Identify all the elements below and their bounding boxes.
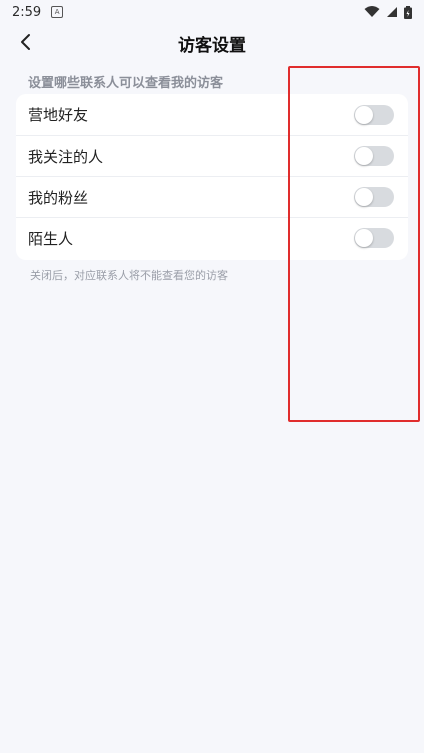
footnote: 关闭后，对应联系人将不能查看您的访客 bbox=[30, 269, 228, 282]
status-left: 2:59 A bbox=[12, 4, 64, 20]
toggle-knob bbox=[355, 147, 373, 165]
setting-label: 我关注的人 bbox=[28, 147, 104, 166]
setting-row-camp-friends: 营地好友 bbox=[16, 94, 408, 135]
toggle-knob bbox=[355, 188, 373, 206]
status-time: 2:59 bbox=[12, 4, 42, 20]
toggle-knob bbox=[355, 105, 373, 124]
setting-row-following: 我关注的人 bbox=[16, 135, 408, 176]
setting-label: 我的粉丝 bbox=[28, 188, 89, 207]
camp-friends-toggle[interactable] bbox=[354, 104, 394, 125]
notification-icon: A bbox=[51, 6, 64, 18]
status-bar: 2:59 A bbox=[0, 0, 424, 24]
setting-label: 营地好友 bbox=[28, 106, 89, 124]
status-right bbox=[364, 5, 412, 19]
battery-icon bbox=[404, 5, 412, 19]
setting-label: 陌生人 bbox=[28, 229, 74, 248]
setting-row-strangers: 陌生人 bbox=[16, 217, 408, 258]
setting-row-fans: 我的粉丝 bbox=[16, 176, 408, 217]
wifi-icon bbox=[364, 6, 380, 17]
following-toggle[interactable] bbox=[354, 146, 394, 166]
page-title: 访客设置 bbox=[178, 36, 246, 56]
fans-toggle[interactable] bbox=[354, 187, 394, 207]
section-label: 设置哪些联系人可以查看我的访客 bbox=[28, 76, 224, 91]
header: 访客设置 bbox=[0, 24, 424, 64]
signal-icon bbox=[387, 7, 397, 17]
strangers-toggle[interactable] bbox=[354, 228, 394, 248]
toggle-knob bbox=[355, 229, 373, 247]
visitor-settings-card: 营地好友 我关注的人 我的粉丝 陌生人 bbox=[16, 94, 408, 260]
